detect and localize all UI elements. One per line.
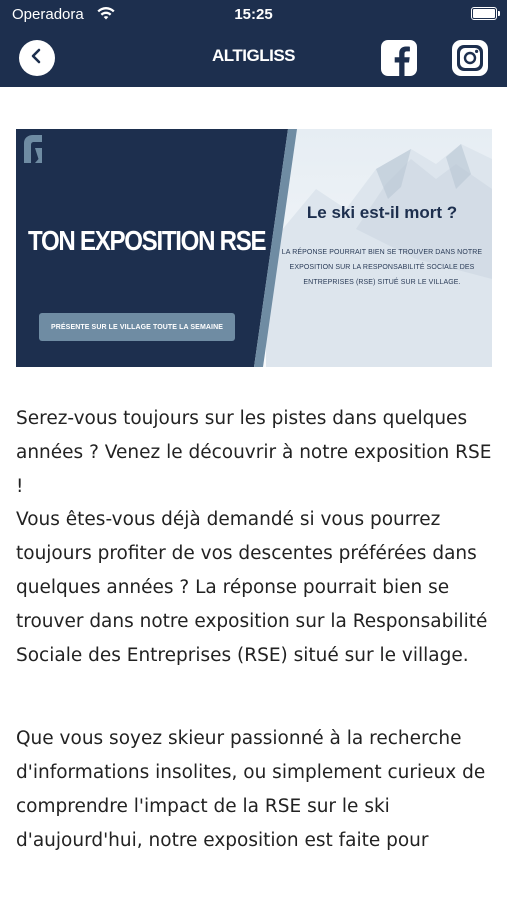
article-paragraph: Serez-vous toujours sur les pistes dans … [16, 408, 492, 497]
top-nav-bar: ALTIGLISS [0, 30, 507, 87]
article-paragraph: Vous êtes-vous déjà demandé si vous pour… [16, 509, 488, 666]
status-bar: Operadora 15:25 [0, 0, 507, 30]
facebook-button[interactable] [381, 40, 417, 76]
instagram-button[interactable] [452, 40, 488, 76]
instagram-icon [452, 40, 488, 80]
banner-subtext: LA RÉPONSE POURRAIT BIEN SE TROUVER DANS… [281, 249, 483, 286]
battery-icon [471, 7, 500, 20]
banner-title: TON EXPOSITION RSE [28, 225, 267, 256]
article-paragraph: Que vous soyez skieur passionné à la rec… [16, 728, 486, 851]
exhibition-banner[interactable]: TON EXPOSITION RSE PRÉSENTE SUR LE VILLA… [16, 129, 492, 367]
banner-date-pill: PRÉSENTE SUR LE VILLAGE TOUTE LA SEMAINE [39, 313, 235, 341]
status-time: 15:25 [234, 6, 273, 23]
article-body: Serez-vous toujours sur les pistes dans … [16, 402, 496, 858]
banner-question: Le ski est-il mort ? [306, 203, 458, 222]
facebook-icon [381, 46, 417, 76]
app-logo: ALTIGLISS [211, 46, 296, 65]
